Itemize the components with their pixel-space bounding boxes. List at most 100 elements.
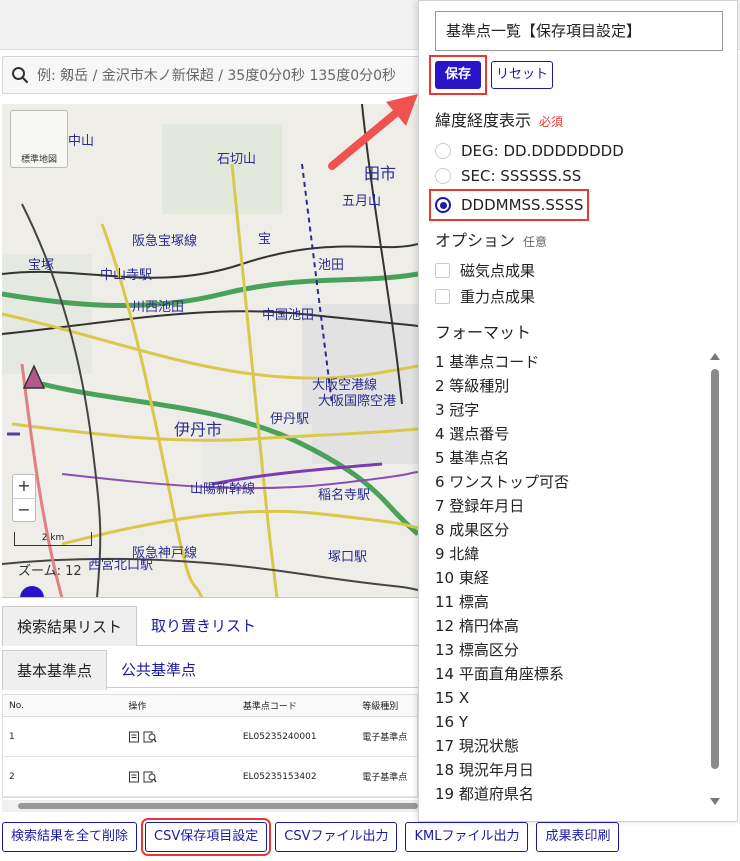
format-section-title: フォーマット — [435, 323, 532, 342]
csv-settings-button[interactable]: CSV保存項目設定 — [141, 818, 272, 856]
reset-button[interactable]: リセット — [491, 61, 553, 89]
zoom-out-button[interactable]: − — [13, 499, 35, 523]
radio-label: SEC: SSSSSS.SS — [461, 167, 582, 185]
results-table: No. 操作 基準点コード 等級種別 1 EL05235240001 電子基準点… — [2, 694, 418, 798]
format-item[interactable]: 15 X — [435, 686, 705, 710]
checkbox[interactable] — [435, 288, 450, 304]
type-tabs: 基本基準点 公共基準点 — [2, 650, 418, 690]
checkbox-label: 磁気点成果 — [460, 261, 536, 280]
map-canvas — [2, 104, 418, 597]
radio-label: DDDMMSS.SSSS — [461, 196, 584, 214]
format-item[interactable]: 5 基準点名 — [435, 446, 705, 470]
document-icon[interactable] — [128, 771, 140, 783]
format-list[interactable]: 1 基準点コード 2 等級種別 3 冠字 4 選点番号 5 基準点名 6 ワンス… — [435, 350, 705, 806]
map-search-icon[interactable] — [143, 731, 158, 743]
radio-button-checked[interactable] — [435, 197, 451, 213]
horizontal-scrollbar[interactable] — [2, 800, 418, 812]
print-results-button[interactable]: 成果表印刷 — [536, 822, 620, 852]
scale-bar: 2 km — [14, 532, 92, 546]
panel-title: 基準点一覧【保存項目設定】 — [435, 11, 723, 51]
map-label: 中山 — [68, 134, 95, 149]
tab-search-results[interactable]: 検索結果リスト — [2, 606, 138, 646]
tab-public-points[interactable]: 公共基準点 — [107, 650, 210, 690]
format-item[interactable]: 8 成果区分 — [435, 518, 705, 542]
radio-sec[interactable]: SEC: SSSSSS.SS — [435, 164, 581, 188]
column-header: 等級種別 — [362, 702, 399, 712]
row-number: 1 — [9, 731, 15, 742]
format-item[interactable]: 2 等級種別 — [435, 374, 705, 398]
format-item[interactable]: 13 標高区分 — [435, 638, 705, 662]
result-tabs: 検索結果リスト 取り置きリスト — [2, 606, 418, 646]
optional-badge: 任意 — [523, 235, 548, 249]
kml-export-button[interactable]: KMLファイル出力 — [405, 822, 529, 852]
format-item[interactable]: 17 現況状態 — [435, 734, 705, 758]
search-input[interactable]: 例: 剱岳 / 金沢市木ノ新保超 / 35度0分0秒 135度0分0秒 — [37, 65, 396, 85]
latlon-section-heading: 緯度経度表示 必須 — [435, 107, 563, 131]
radio-dddmmss[interactable]: DDDMMSS.SSSS — [435, 193, 583, 217]
point-code: EL05235240001 — [242, 731, 317, 742]
format-item[interactable]: 1 基準点コード — [435, 350, 705, 374]
point-grade: 電子基準点 — [362, 733, 408, 743]
scroll-down-arrow-icon[interactable] — [710, 798, 720, 805]
radio-button[interactable] — [435, 143, 451, 159]
format-item[interactable]: 19 都道府県名 — [435, 782, 705, 806]
table-row[interactable]: 1 EL05235240001 電子基準点 — [3, 717, 417, 757]
zoom-control[interactable]: + − — [12, 474, 36, 522]
base-map-thumbnail[interactable]: 標準地図 — [10, 110, 68, 168]
radio-label: DEG: DD.DDDDDDDD — [461, 142, 624, 160]
map-label: 五月山 — [342, 194, 382, 209]
format-item[interactable]: 11 標高 — [435, 590, 705, 614]
radio-deg[interactable]: DEG: DD.DDDDDDDD — [435, 139, 624, 163]
map-label: 山陽新幹線 — [190, 482, 256, 497]
map-label: 石切山 — [217, 152, 257, 167]
required-badge: 必須 — [539, 115, 564, 129]
options-section-heading: オプション 任意 — [435, 227, 547, 251]
scrollbar-thumb[interactable] — [18, 803, 418, 809]
delete-all-results-button[interactable]: 検索結果を全て削除 — [2, 822, 138, 852]
options-section-title: オプション — [435, 231, 516, 250]
search-icon[interactable] — [3, 66, 37, 84]
map-label: 中国池田 — [262, 308, 315, 323]
column-header: No. — [9, 700, 24, 711]
annotation-arrow-icon — [328, 94, 418, 170]
tab-saved-list[interactable]: 取り置きリスト — [137, 606, 270, 646]
format-item[interactable]: 12 楕円体高 — [435, 614, 705, 638]
scrollbar-thumb[interactable] — [711, 369, 719, 769]
map-label: 宝 — [258, 232, 272, 247]
document-icon[interactable] — [128, 731, 140, 743]
column-header: 操作 — [128, 702, 147, 712]
csv-export-button[interactable]: CSVファイル出力 — [275, 822, 398, 852]
map-label: 中山寺駅 — [100, 268, 153, 283]
csv-settings-panel: 基準点一覧【保存項目設定】 保存 リセット 緯度経度表示 必須 DEG: DD.D… — [418, 0, 738, 822]
format-item[interactable]: 18 現況年月日 — [435, 758, 705, 782]
map-view[interactable]: 中山 石切山 田市 阪急宝塚線 中山寺駅 川西池田 宝 中国池田 池田 五月山 … — [2, 104, 418, 598]
column-header: 基準点コード — [242, 702, 297, 712]
format-item[interactable]: 7 登録年月日 — [435, 494, 705, 518]
map-label: 池田 — [318, 258, 345, 273]
format-item[interactable]: 16 Y — [435, 710, 705, 734]
row-operations — [122, 731, 236, 743]
map-label: 宝塚 — [28, 258, 55, 273]
checkbox[interactable] — [435, 262, 450, 278]
tab-basic-points[interactable]: 基本基準点 — [2, 650, 108, 690]
format-item[interactable]: 14 平面直角座標系 — [435, 662, 705, 686]
table-header: No. 操作 基準点コード 等級種別 — [3, 695, 417, 717]
format-item[interactable]: 6 ワンストップ可否 — [435, 470, 705, 494]
format-item[interactable]: 3 冠字 — [435, 398, 705, 422]
radio-button[interactable] — [435, 168, 451, 184]
option-gravity[interactable]: 重力点成果 — [435, 285, 535, 307]
scroll-up-arrow-icon[interactable] — [710, 353, 720, 360]
table-row[interactable]: 2 EL05235153402 電子基準点 — [3, 757, 417, 797]
map-search-icon[interactable] — [143, 771, 158, 783]
format-item[interactable]: 9 北緯 — [435, 542, 705, 566]
format-item[interactable]: 4 選点番号 — [435, 422, 705, 446]
format-item[interactable]: 10 東経 — [435, 566, 705, 590]
map-label: 伊丹市 — [174, 420, 223, 439]
row-operations — [122, 771, 236, 783]
option-magnetic[interactable]: 磁気点成果 — [435, 259, 535, 281]
zoom-in-button[interactable]: + — [13, 475, 35, 499]
save-button[interactable]: 保存 — [435, 61, 481, 89]
map-label: 西宮北口駅 — [88, 558, 154, 573]
row-number: 2 — [9, 771, 15, 782]
format-list-scrollbar[interactable] — [709, 353, 721, 805]
